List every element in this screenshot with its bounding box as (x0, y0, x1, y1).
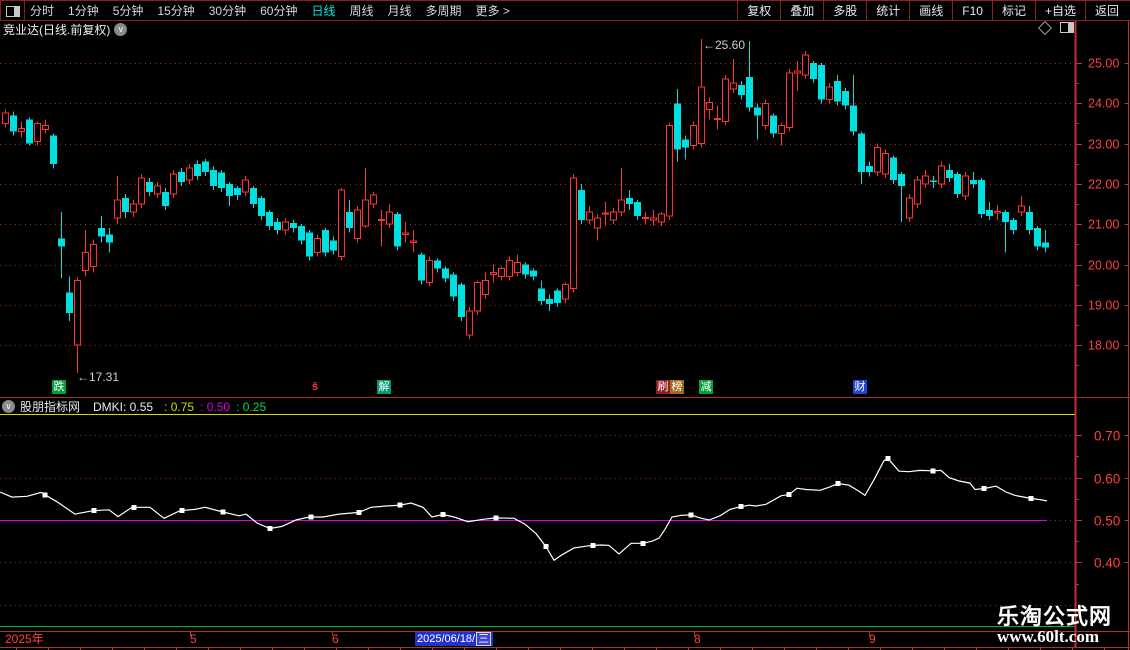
indicator-header: v 股朋指标网 DMKI: 0.55 : 0.75 : 0.50 : 0.25 (2, 399, 266, 414)
menu-item-日线[interactable]: 日线 (311, 1, 335, 21)
event-badge: 刷榜 (656, 380, 684, 394)
indicator-value-label: DMKI: 0.55 (93, 399, 154, 414)
menu-item-60分钟[interactable]: 60分钟 (260, 1, 297, 21)
menu-item-更多 >[interactable]: 更多 > (476, 1, 510, 21)
panel-icon[interactable] (1060, 22, 1074, 33)
selected-date: 2025/06/18/ (417, 633, 476, 645)
svg-text:0.40: 0.40 (1094, 556, 1120, 571)
menu-item-画线[interactable]: 画线 (909, 1, 952, 21)
svg-text:0.60: 0.60 (1094, 472, 1120, 487)
svg-text:0.70: 0.70 (1094, 429, 1120, 444)
page-title: 竞业达(日线.前复权) (3, 23, 111, 37)
svg-text:20.00: 20.00 (1088, 259, 1119, 273)
watermark-url: www.60lt.com (997, 627, 1099, 646)
indicator-level-0.25: : 0.25 (236, 399, 267, 414)
action-menu: 复权 叠加 多股 统计 画线 F10 标记 +自选 返回 (737, 1, 1128, 21)
svg-text:8: 8 (694, 632, 701, 646)
menu-item-月线[interactable]: 月线 (388, 1, 412, 21)
selected-date-badge[interactable]: 2025/06/18/ 三 (415, 632, 494, 646)
price-annotation: ←17.31 (77, 370, 120, 384)
menu-item-F10[interactable]: F10 (952, 1, 992, 21)
event-badge: ŝ (311, 381, 319, 393)
watermark: 乐淘公式网 www.60lt.com (997, 605, 1112, 646)
event-badge: 财 (853, 380, 867, 394)
svg-text:0.50: 0.50 (1094, 514, 1120, 529)
menu-item-返回[interactable]: 返回 (1084, 1, 1128, 21)
top-toolbar: 分时 1分钟 5分钟 15分钟 30分钟 60分钟 日线 周线 月线 多周期 更多 > 复权 叠加 多股… (0, 0, 1130, 21)
svg-text:25.00: 25.00 (1088, 57, 1119, 71)
event-badge: 解 (377, 380, 391, 394)
collapse-chevron-icon[interactable]: v (2, 400, 15, 413)
svg-text:9: 9 (869, 632, 876, 646)
svg-text:24.00: 24.00 (1088, 97, 1119, 111)
menu-item-复权[interactable]: 复权 (737, 1, 780, 21)
event-badge: 跌 (52, 380, 66, 394)
selected-weekday: 三 (476, 632, 492, 646)
menu-item-5分钟[interactable]: 5分钟 (113, 1, 144, 21)
menu-item-标记[interactable]: 标记 (991, 1, 1035, 21)
svg-text:18.00: 18.00 (1088, 339, 1119, 353)
menu-item-叠加[interactable]: 叠加 (780, 1, 823, 21)
menu-item-1分钟[interactable]: 1分钟 (68, 1, 99, 21)
svg-text:19.00: 19.00 (1088, 299, 1119, 313)
window-split-button[interactable] (0, 1, 25, 21)
app-window: 25.00 24.00 23.00 22.00 21.00 20.00 19.00 18.00… (0, 0, 1130, 650)
chevron-down-icon[interactable]: v (114, 23, 128, 36)
period-menu: 分时 1分钟 5分钟 15分钟 30分钟 60分钟 日线 周线 月线 多周期 更多 > (30, 1, 510, 21)
indicator-source-label: 股朋指标网 (20, 400, 81, 414)
svg-text:22.00: 22.00 (1088, 178, 1119, 192)
menu-item-多股[interactable]: 多股 (823, 1, 866, 21)
watermark-site-name: 乐淘公式网 (997, 604, 1113, 629)
menu-item-分时[interactable]: 分时 (30, 1, 54, 21)
corner-icons (1037, 20, 1074, 35)
svg-text:21.00: 21.00 (1088, 218, 1119, 232)
diamond-icon[interactable] (1037, 20, 1053, 35)
price-annotation: ←25.60 (703, 38, 746, 52)
chart-canvas: 25.00 24.00 23.00 22.00 21.00 20.00 19.00 18.00… (0, 0, 1130, 650)
svg-text:6: 6 (332, 632, 339, 646)
svg-text:5: 5 (190, 632, 197, 646)
split-view-icon (5, 5, 20, 17)
indicator-level-values: : 0.75 : 0.50 : 0.25 (158, 398, 266, 416)
menu-item-周线[interactable]: 周线 (349, 1, 373, 21)
menu-item-统计[interactable]: 统计 (866, 1, 909, 21)
menu-item-+自选[interactable]: +自选 (1034, 1, 1085, 21)
menu-item-多周期[interactable]: 多周期 (426, 1, 462, 21)
svg-text:2025年: 2025年 (5, 632, 44, 646)
menu-item-30分钟[interactable]: 30分钟 (209, 1, 246, 21)
menu-item-15分钟[interactable]: 15分钟 (157, 1, 194, 21)
event-badge: 减 (699, 380, 713, 394)
svg-text:23.00: 23.00 (1088, 138, 1119, 152)
indicator-level-0.50: : 0.50 (200, 399, 231, 414)
chart-title-row: 竞业达(日线.前复权) v (3, 22, 128, 37)
indicator-level-0.75: : 0.75 (164, 399, 195, 414)
